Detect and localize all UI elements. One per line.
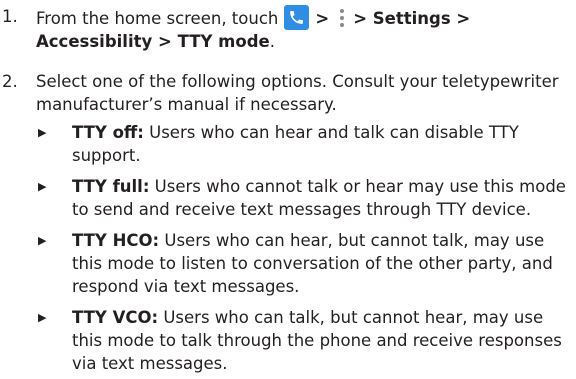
- phone-icon: [284, 5, 310, 30]
- triangle-bullet-icon: ▶: [38, 180, 47, 193]
- option-term: TTY HCO:: [72, 231, 160, 250]
- step-1-period: .: [269, 32, 275, 51]
- option-term: TTY VCO:: [72, 308, 159, 327]
- separator-4: >: [152, 32, 178, 51]
- step-text: Select one of the following options. Con…: [36, 72, 559, 114]
- option-tty-full: ▶ TTY full: Users who cannot talk or hea…: [38, 175, 572, 221]
- settings-label: Settings: [372, 9, 451, 28]
- more-vert-icon: [337, 7, 347, 30]
- triangle-bullet-icon: ▶: [38, 234, 47, 247]
- separator-2: >: [353, 9, 373, 28]
- step-number: 1.: [2, 7, 18, 26]
- separator-3: >: [450, 9, 471, 28]
- tty-mode-label: TTY mode: [177, 32, 270, 51]
- step-1-line-2: Accessibility > TTY mode.: [36, 30, 572, 53]
- triangle-bullet-icon: ▶: [38, 126, 47, 139]
- option-tty-off: ▶ TTY off: Users who can hear and talk c…: [38, 121, 572, 167]
- separator-1: >: [315, 9, 330, 28]
- step-text: From the home screen, touch > > Settings >…: [36, 5, 572, 53]
- triangle-bullet-icon: ▶: [38, 311, 47, 324]
- step-1-line-1: From the home screen, touch > > Settings >: [36, 5, 572, 30]
- option-term: TTY full:: [72, 177, 150, 196]
- step-number: 2.: [2, 72, 18, 91]
- accessibility-label: Accessibility: [36, 32, 153, 51]
- option-term: TTY off:: [72, 123, 144, 142]
- option-tty-vco: ▶ TTY VCO: Users who can talk, but canno…: [38, 306, 572, 375]
- option-tty-hco: ▶ TTY HCO: Users who can hear, but canno…: [38, 229, 572, 298]
- step-1-lead-text: From the home screen, touch: [36, 9, 279, 28]
